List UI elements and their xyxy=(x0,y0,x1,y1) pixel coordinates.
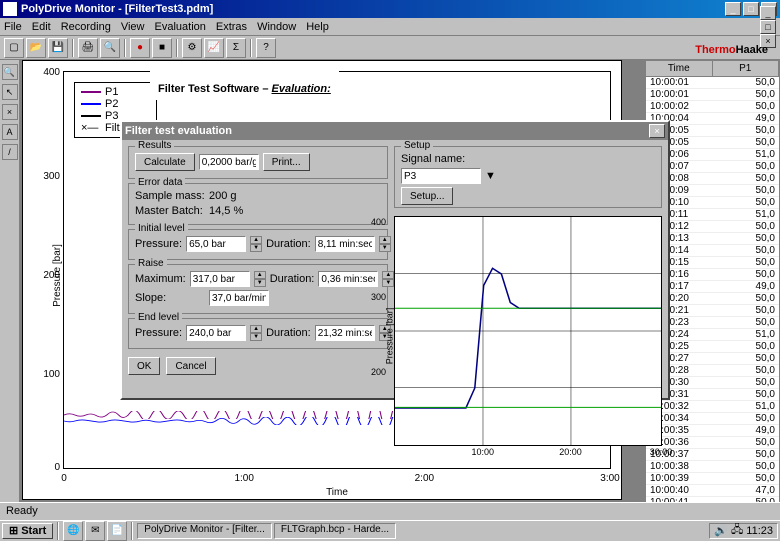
menu-view[interactable]: View xyxy=(121,21,145,33)
line-icon[interactable]: / xyxy=(2,144,18,160)
text-icon[interactable]: A xyxy=(2,124,18,140)
eval-icon[interactable]: Σ xyxy=(226,38,246,58)
menu-help[interactable]: Help xyxy=(306,21,329,33)
brand-logo: ThermoHaake xyxy=(695,40,776,56)
stop-icon[interactable]: ■ xyxy=(152,38,172,58)
group-raise: Raise Maximum: ▲▼ Duration: ▲▼ Slope: xyxy=(128,264,388,314)
open-icon[interactable]: 📂 xyxy=(26,38,46,58)
statusbar: Ready xyxy=(0,502,780,520)
signal-select[interactable] xyxy=(401,168,481,184)
quicklaunch-icon[interactable]: ✉ xyxy=(85,521,105,541)
spin-icon[interactable]: ▲▼ xyxy=(250,236,262,252)
menu-extras[interactable]: Extras xyxy=(216,21,247,33)
chevron-down-icon[interactable]: ▼ xyxy=(485,170,496,182)
col-time[interactable]: Time xyxy=(646,61,713,76)
setup-button[interactable]: Setup... xyxy=(401,187,453,205)
zoom-icon[interactable]: 🔍 xyxy=(2,64,18,80)
initial-duration-input[interactable] xyxy=(315,236,375,252)
mdi-minimize-button[interactable]: _ xyxy=(760,6,776,20)
group-errordata: Error data Sample mass:200 g Master Batc… xyxy=(128,183,388,225)
initial-pressure-input[interactable] xyxy=(186,236,246,252)
start-button[interactable]: ⊞Start xyxy=(2,523,53,539)
col-p1[interactable]: P1 xyxy=(713,61,780,76)
overlay-title: Filter Test Software – Evaluation: xyxy=(150,70,339,100)
menu-evaluation[interactable]: Evaluation xyxy=(155,21,206,33)
group-endlevel: End level Pressure: ▲▼ Duration: ▲▼ xyxy=(128,318,388,349)
dialog-close-button[interactable]: × xyxy=(649,124,665,138)
dialog-title: Filter test evaluation xyxy=(125,125,649,137)
new-icon[interactable]: ▢ xyxy=(4,38,24,58)
app-icon xyxy=(3,2,17,16)
spin-icon[interactable]: ▲▼ xyxy=(250,325,262,341)
menubar: File Edit Recording View Evaluation Extr… xyxy=(0,18,780,36)
chart-icon[interactable]: 📈 xyxy=(204,38,224,58)
help-icon[interactable]: ? xyxy=(256,38,276,58)
mdi-maximize-button[interactable]: □ xyxy=(760,20,776,34)
tool-icon[interactable]: ⚙ xyxy=(182,38,202,58)
save-icon[interactable]: 💾 xyxy=(48,38,68,58)
spin-icon[interactable]: ▲▼ xyxy=(382,271,394,287)
task-button[interactable]: PolyDrive Monitor - [Filter... xyxy=(137,523,272,539)
quicklaunch-icon[interactable]: 📄 xyxy=(107,521,127,541)
raise-slope-input[interactable] xyxy=(209,290,269,306)
clock: 11:23 xyxy=(746,525,773,537)
raise-duration-input[interactable] xyxy=(318,271,378,287)
preview-icon[interactable]: 🔍 xyxy=(100,38,120,58)
dialog-chart[interactable]: Pressure [bar] 400 300 200 10:00 20:00 3… xyxy=(394,216,662,446)
pointer-icon[interactable]: ↖ xyxy=(2,84,18,100)
calculate-button[interactable]: Calculate xyxy=(135,153,195,171)
print-button[interactable]: Print... xyxy=(263,153,310,171)
main-titlebar: PolyDrive Monitor - [FilterTest3.pdm] _ … xyxy=(0,0,780,18)
menu-edit[interactable]: Edit xyxy=(32,21,51,33)
quicklaunch-icon[interactable]: 🌐 xyxy=(63,521,83,541)
maximize-button[interactable]: □ xyxy=(743,2,759,16)
taskbar: ⊞Start 🌐 ✉ 📄 PolyDrive Monitor - [Filter… xyxy=(0,520,780,540)
evaluation-dialog: Filter test evaluation × Results Calcula… xyxy=(120,120,670,400)
system-tray[interactable]: 🔊 🖧 11:23 xyxy=(709,523,778,539)
minimize-button[interactable]: _ xyxy=(725,2,741,16)
tray-icon[interactable]: 🖧 xyxy=(731,521,743,540)
table-row[interactable]: 10:00:0250,0 xyxy=(646,101,779,113)
group-setup: Setup Signal name: ▼ Setup... xyxy=(394,146,662,208)
side-toolbar: 🔍 ↖ × A / xyxy=(0,60,20,520)
menu-window[interactable]: Window xyxy=(257,21,296,33)
raise-max-input[interactable] xyxy=(190,271,250,287)
spin-icon[interactable]: ▲▼ xyxy=(379,236,391,252)
group-results: Results Calculate Print... xyxy=(128,146,388,179)
table-row[interactable]: 10:00:3450,0 xyxy=(646,413,779,425)
record-icon[interactable]: ● xyxy=(130,38,150,58)
table-row[interactable]: 10:00:0150,0 xyxy=(646,89,779,101)
menu-file[interactable]: File xyxy=(4,21,22,33)
cancel-button[interactable]: Cancel xyxy=(166,357,215,375)
end-duration-input[interactable] xyxy=(315,325,375,341)
tray-icon[interactable]: 🔊 xyxy=(714,524,728,537)
ok-button[interactable]: OK xyxy=(128,357,160,375)
table-row[interactable]: 10:00:4047,0 xyxy=(646,485,779,497)
group-initial: Initial level Pressure: ▲▼ Duration: ▲▼ xyxy=(128,229,388,260)
menu-recording[interactable]: Recording xyxy=(61,21,111,33)
window-title: PolyDrive Monitor - [FilterTest3.pdm] xyxy=(21,3,725,15)
print-icon[interactable]: 🖨 xyxy=(78,38,98,58)
spin-icon[interactable]: ▲▼ xyxy=(254,271,266,287)
table-row[interactable]: 10:00:3950,0 xyxy=(646,473,779,485)
table-row[interactable]: 10:00:0150,0 xyxy=(646,77,779,89)
result-value[interactable] xyxy=(199,154,259,170)
table-row[interactable]: 10:00:3850,0 xyxy=(646,461,779,473)
cross-icon[interactable]: × xyxy=(2,104,18,120)
toolbar: ▢ 📂 💾 🖨 🔍 ● ■ ⚙ 📈 Σ ? ThermoHaake xyxy=(0,36,780,60)
task-button[interactable]: FLTGraph.bcp - Harde... xyxy=(274,523,396,539)
end-pressure-input[interactable] xyxy=(186,325,246,341)
table-row[interactable]: 10:00:3251,0 xyxy=(646,401,779,413)
windows-icon: ⊞ xyxy=(9,524,18,537)
table-row[interactable]: 10:00:3549,0 xyxy=(646,425,779,437)
